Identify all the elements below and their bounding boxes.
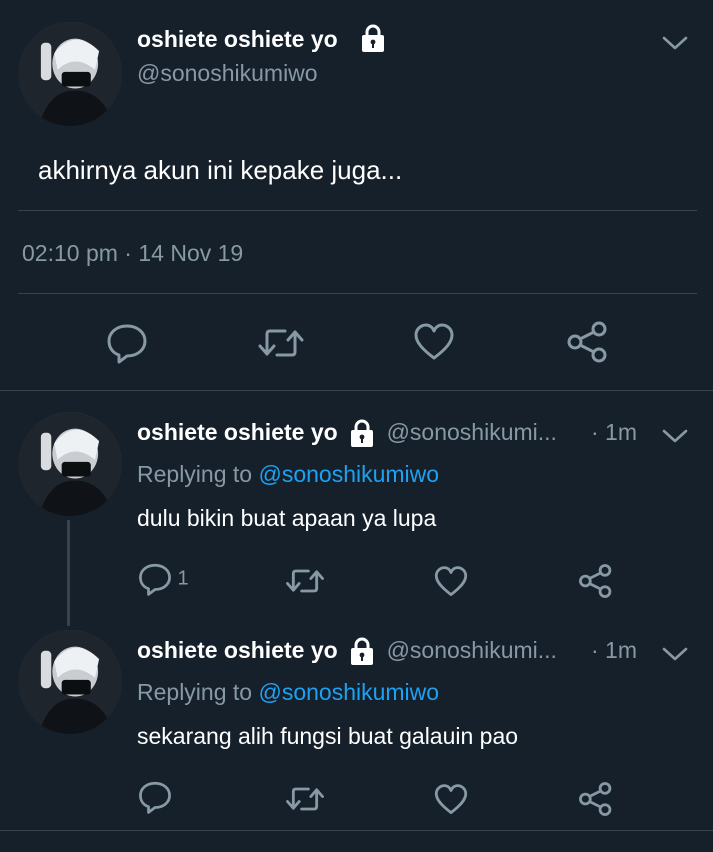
replying-to-handle[interactable]: @sonoshikumiwo	[258, 461, 439, 487]
avatar[interactable]	[18, 412, 122, 516]
retweet-icon[interactable]	[257, 324, 305, 362]
display-name[interactable]: oshiete oshiete yo	[137, 637, 338, 663]
share-icon[interactable]	[578, 563, 614, 599]
tweet-time[interactable]: · 1m	[591, 637, 637, 664]
divider	[0, 390, 713, 391]
like-icon[interactable]	[433, 783, 469, 816]
tweet-text: dulu bikin buat apaan ya lupa	[137, 505, 437, 531]
lock-icon	[351, 637, 374, 665]
divider	[18, 293, 697, 294]
lock-icon	[351, 419, 374, 447]
retweet-icon[interactable]	[285, 783, 325, 815]
avatar-image	[18, 630, 122, 734]
replying-to: Replying to @sonoshikumiwo	[137, 679, 439, 706]
chevron-down-icon[interactable]	[660, 425, 690, 447]
reply-button[interactable]: 1	[137, 562, 189, 596]
reply-icon[interactable]	[105, 322, 149, 364]
divider	[18, 210, 697, 211]
tweet-time: 02:10 pm	[22, 240, 118, 266]
display-name[interactable]: oshiete oshiete yo	[137, 419, 338, 445]
user-handle[interactable]: @sonoshikumiwo	[137, 60, 318, 87]
reply-icon	[139, 563, 171, 596]
retweet-icon[interactable]	[285, 565, 325, 597]
user-handle[interactable]: @sonoshikumi...	[387, 637, 557, 663]
reply-button[interactable]	[137, 780, 173, 814]
avatar-image	[18, 22, 122, 126]
lock-icon	[362, 24, 384, 52]
replying-to-handle[interactable]: @sonoshikumiwo	[258, 679, 439, 705]
like-icon[interactable]	[412, 322, 456, 362]
share-icon[interactable]	[578, 781, 614, 817]
replying-to: Replying to @sonoshikumiwo	[137, 461, 439, 488]
user-handle[interactable]: @sonoshikumi...	[387, 419, 557, 445]
tweet-text: akhirnya akun ini kepake juga...	[38, 155, 403, 185]
replying-to-label: Replying to	[137, 461, 253, 487]
replying-to-label: Replying to	[137, 679, 253, 705]
tweet-text: sekarang alih fungsi buat galauin pao	[137, 723, 519, 749]
display-name[interactable]: oshiete oshiete yo	[137, 26, 338, 53]
reply-icon	[139, 781, 171, 814]
timestamp-separator: ·	[124, 240, 132, 266]
like-icon[interactable]	[433, 565, 469, 598]
chevron-down-icon[interactable]	[660, 643, 690, 665]
chevron-down-icon[interactable]	[660, 32, 690, 54]
reply-count: 1	[177, 567, 189, 590]
avatar[interactable]	[18, 630, 122, 734]
tweet-header: oshiete oshiete yo @sonoshikumi...	[137, 637, 557, 667]
avatar[interactable]	[18, 22, 122, 126]
tweet-time[interactable]: · 1m	[591, 419, 637, 446]
tweet-date: 14 Nov 19	[138, 240, 244, 266]
tweet-timestamp[interactable]: 02:10 pm · 14 Nov 19	[22, 240, 243, 267]
avatar-image	[18, 412, 122, 516]
thread-line	[67, 520, 70, 626]
tweet-header: oshiete oshiete yo @sonoshikumi...	[137, 419, 557, 449]
share-icon[interactable]	[566, 320, 610, 364]
divider	[0, 830, 713, 831]
